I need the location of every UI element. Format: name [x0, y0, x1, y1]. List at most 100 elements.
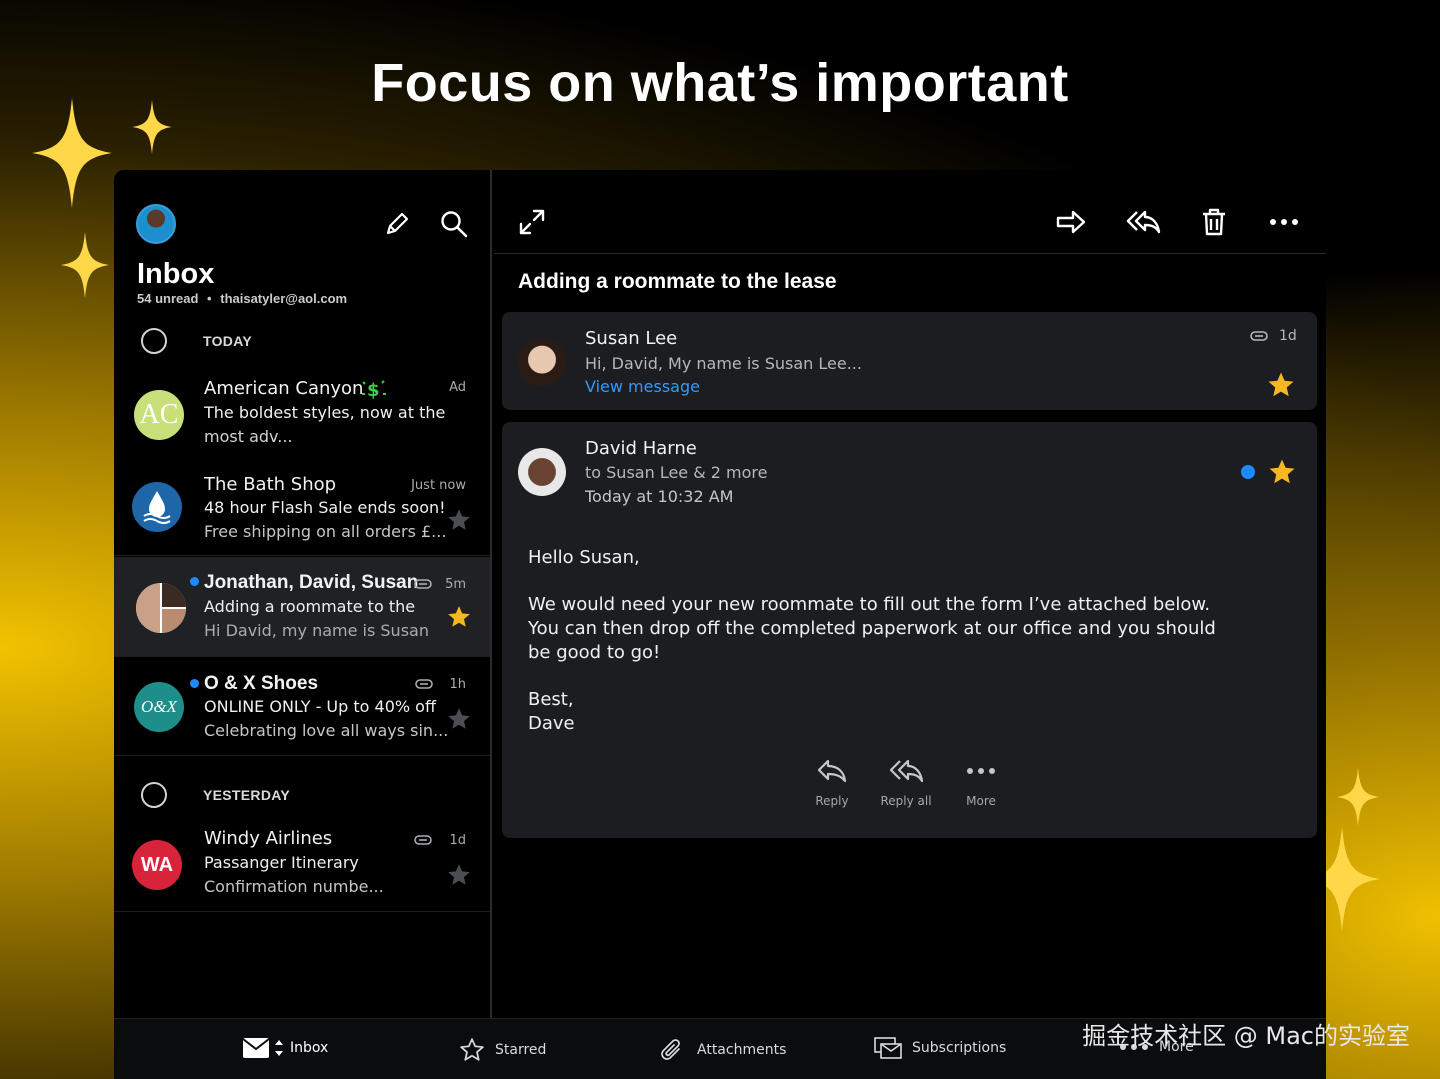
sender-avatar: O&X	[134, 682, 184, 732]
expand-button[interactable]	[514, 204, 550, 240]
reply-label: Reply	[815, 794, 849, 808]
subscriptions-icon	[874, 1037, 902, 1059]
sparkle-icon	[1336, 768, 1380, 826]
message-time: 5m	[445, 577, 466, 592]
sparkle-icon	[61, 232, 109, 298]
list-item-selected[interactable]: Jonathan, David, Susan 5m Adding a roomm…	[114, 557, 490, 657]
select-all-yesterday-checkbox[interactable]	[141, 782, 167, 808]
forward-icon	[1056, 210, 1086, 234]
tab-subscriptions[interactable]: Subscriptions	[874, 1037, 1006, 1059]
message-subject: Passanger Itinerary	[204, 853, 359, 872]
sender-name: Jonathan, David, Susan	[204, 572, 419, 593]
delete-button[interactable]	[1196, 204, 1232, 240]
sender-name: O & X Shoes	[204, 673, 319, 694]
avatar	[518, 338, 566, 386]
watermark: 掘金技术社区 @ Mac的实验室	[1082, 1022, 1410, 1050]
list-item[interactable]: The Bath Shop Just now 48 hour Flash Sal…	[114, 460, 490, 556]
water-drop-icon	[143, 491, 171, 524]
sparkle-icon	[32, 98, 112, 208]
email-closing: Best,	[528, 689, 574, 710]
reply-button[interactable]: Reply	[797, 758, 867, 808]
message-preview: Free shipping on all orders £...	[204, 522, 447, 541]
pencil-icon	[386, 212, 409, 235]
mail-app-window: Inbox 54 unread • thaisatyler@aol.com TO…	[114, 170, 1326, 1079]
trash-icon	[1203, 208, 1225, 236]
sender-name: Susan Lee	[585, 328, 678, 349]
sender-name: The Bath Shop	[204, 474, 337, 495]
message-date: Today at 10:32 AM	[585, 487, 734, 506]
section-label: YESTERDAY	[203, 787, 290, 803]
page-title: Inbox	[137, 258, 215, 290]
more-label: More	[966, 794, 996, 808]
message-preview: Hi David, my name is Susan	[204, 621, 429, 640]
compose-button[interactable]	[379, 206, 415, 242]
reading-pane: Adding a roommate to the lease Susan Lee…	[494, 170, 1326, 1018]
more-button[interactable]	[1266, 204, 1302, 240]
message-time: Just now	[411, 478, 466, 493]
star-outline-icon	[460, 1038, 484, 1061]
message-snippet: Hi, David, My name is Susan Lee...	[585, 354, 862, 373]
sender-avatar: WA	[132, 840, 182, 890]
email-paragraph: We would need your new roommate to fill …	[528, 594, 1216, 663]
unread-dot	[190, 577, 199, 586]
star-icon[interactable]	[446, 706, 472, 732]
conversation-subject: Adding a roommate to the lease	[518, 270, 837, 293]
star-icon[interactable]	[1267, 457, 1297, 487]
dollar-sparkle-icon: $	[362, 380, 386, 401]
unread-count: 54 unread	[137, 291, 199, 306]
sender-name: Windy Airlines	[204, 828, 333, 849]
star-icon[interactable]	[446, 862, 472, 888]
message-time: 1d	[449, 833, 466, 848]
tab-label: Inbox	[290, 1040, 329, 1056]
search-icon	[441, 211, 468, 238]
message-time: 1d	[1279, 328, 1297, 344]
more-actions-button[interactable]: More	[946, 758, 1016, 808]
message-list-pane: Inbox 54 unread • thaisatyler@aol.com TO…	[114, 170, 492, 1018]
thread-message-collapsed[interactable]: Susan Lee Hi, David, My name is Susan Le…	[502, 312, 1317, 410]
reply-all-action-button[interactable]: Reply all	[871, 758, 941, 808]
attachment-icon	[415, 679, 433, 689]
recipients[interactable]: to Susan Lee & 2 more	[585, 463, 768, 482]
reply-all-icon	[889, 759, 924, 783]
headline: Focus on what’s important	[371, 53, 1069, 113]
tab-starred[interactable]: Starred	[459, 1037, 546, 1063]
sender-avatar	[132, 482, 182, 532]
star-icon[interactable]	[446, 507, 472, 533]
unread-dot	[190, 679, 199, 688]
sender-name: David Harne	[585, 438, 697, 459]
view-message-link[interactable]: View message	[585, 377, 700, 396]
tab-attachments[interactable]: Attachments	[659, 1037, 786, 1063]
list-item[interactable]: WA Windy Airlines 1d Passanger Itinerary…	[114, 820, 490, 912]
ad-label: Ad	[449, 380, 466, 395]
select-all-today-checkbox[interactable]	[141, 328, 167, 354]
paperclip-icon	[661, 1039, 680, 1060]
star-icon[interactable]	[1266, 370, 1296, 400]
attachment-icon	[414, 579, 432, 589]
inbox-summary: 54 unread • thaisatyler@aol.com	[137, 291, 347, 306]
message-preview: Confirmation numbe...	[204, 877, 384, 896]
star-icon[interactable]	[446, 604, 472, 630]
message-preview: Celebrating love all ways sin...	[204, 721, 449, 740]
avatar-initials: WA	[140, 853, 174, 876]
envelope-icon	[242, 1038, 283, 1058]
sparkle-icon	[132, 100, 172, 154]
reply-all-icon	[1126, 210, 1161, 234]
reply-all-button[interactable]	[1122, 204, 1164, 240]
reply-all-label: Reply all	[880, 794, 932, 808]
avatar	[518, 448, 566, 496]
forward-button[interactable]	[1051, 204, 1091, 240]
list-item[interactable]: AC American Canyon $ Ad The boldest styl…	[114, 366, 490, 464]
group-avatar-icon	[136, 583, 186, 633]
reply-icon	[817, 759, 847, 783]
group-avatar	[136, 583, 186, 633]
reader-toolbar	[494, 170, 1326, 254]
list-item[interactable]: O&X O & X Shoes 1h ONLINE ONLY - Up to 4…	[114, 658, 490, 756]
search-button[interactable]	[436, 206, 472, 242]
message-preview: most adv...	[204, 427, 293, 446]
sender-avatar: AC	[134, 390, 184, 440]
tab-inbox[interactable]: Inbox	[242, 1037, 328, 1059]
more-icon	[967, 768, 995, 774]
account-email: thaisatyler@aol.com	[220, 291, 348, 306]
account-avatar[interactable]	[136, 204, 176, 244]
message-subject: Adding a roommate to the	[204, 597, 416, 616]
